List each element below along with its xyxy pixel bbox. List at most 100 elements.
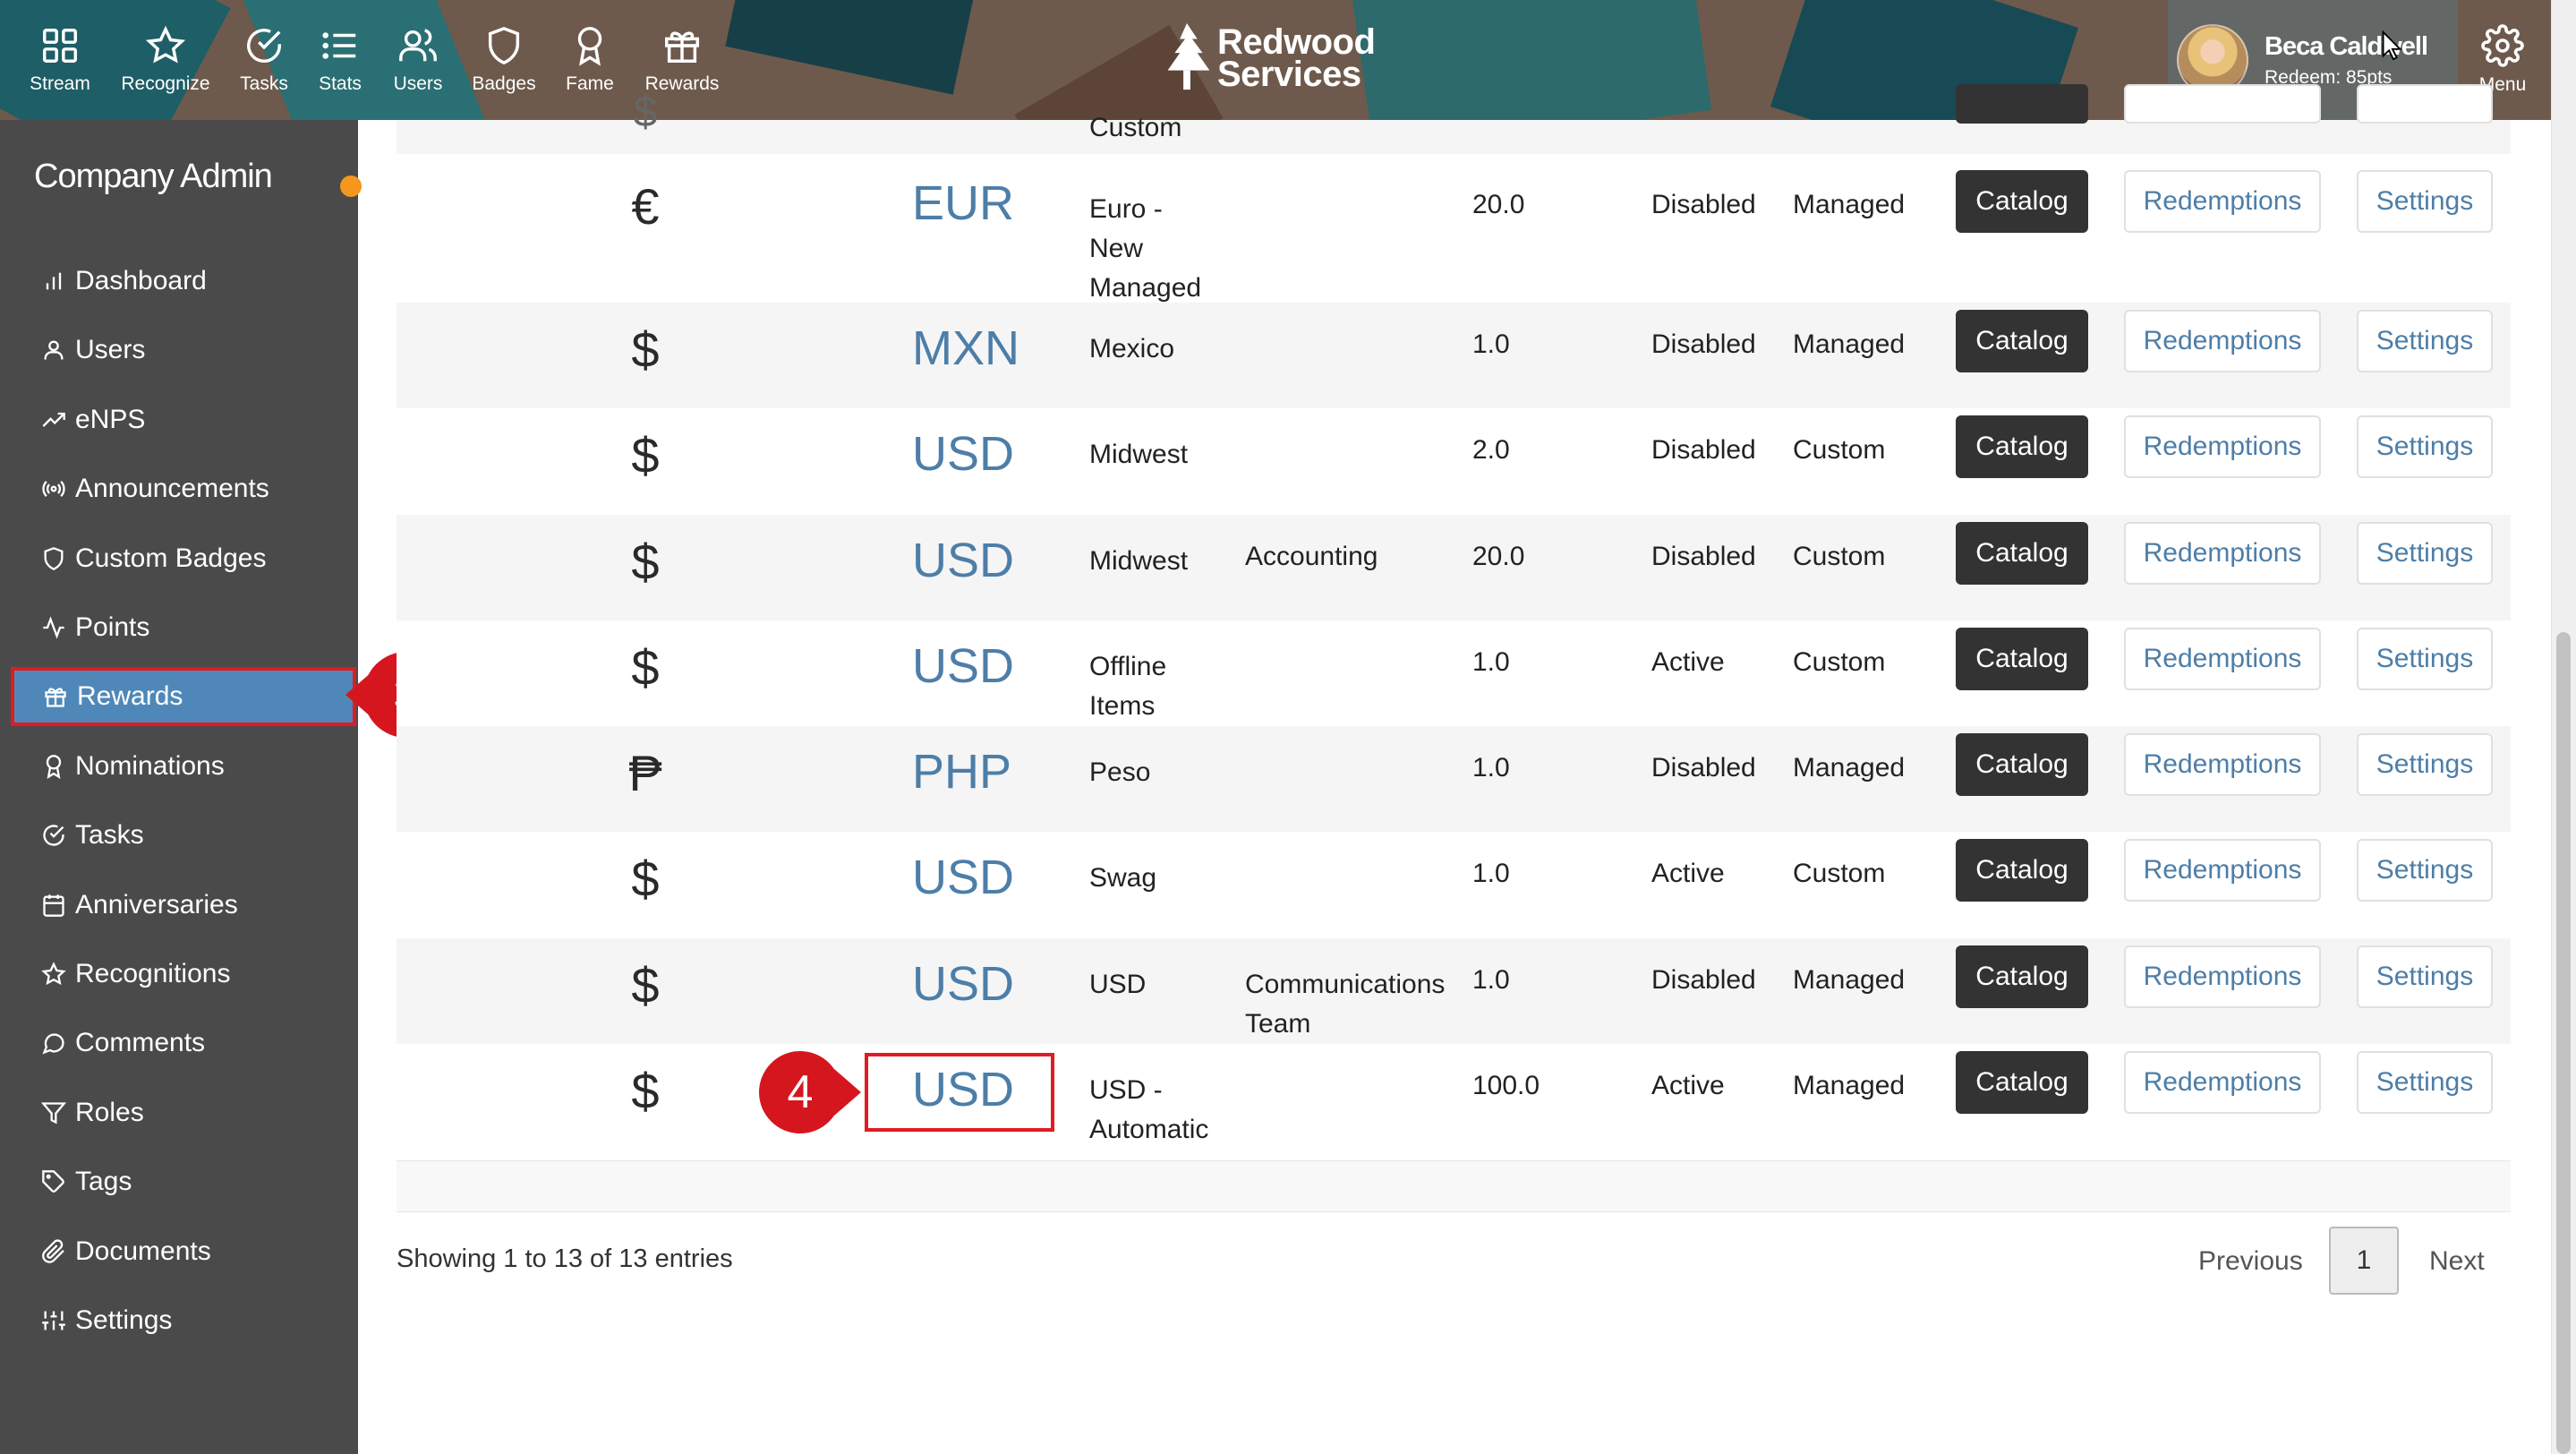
- settings-button[interactable]: Settings: [2357, 839, 2493, 902]
- sidebar-item-comments[interactable]: Comments: [13, 1014, 353, 1073]
- currency-code-link[interactable]: USD: [912, 533, 1014, 588]
- currency-type: Managed: [1793, 753, 1906, 783]
- settings-button[interactable]: Settings: [2357, 733, 2493, 796]
- sidebar-item-label: Custom Badges: [75, 543, 267, 573]
- award-icon: [577, 27, 602, 66]
- sidebar-item-enps[interactable]: eNPS: [13, 390, 353, 449]
- currency-name: Mexico: [1089, 329, 1174, 369]
- currency-status: Disabled: [1651, 753, 1756, 783]
- redemptions-button[interactable]: Redemptions: [2124, 310, 2321, 372]
- redemptions-button[interactable]: Redemptions: [2124, 1051, 2321, 1114]
- catalog-button-partial[interactable]: [1956, 84, 2088, 124]
- sidebar-item-documents[interactable]: Documents: [13, 1222, 353, 1281]
- sidebar-item-label: Nominations: [75, 751, 225, 781]
- nav-users[interactable]: Users: [380, 0, 456, 120]
- settings-button[interactable]: Settings: [2357, 415, 2493, 478]
- sidebar-item-announcements[interactable]: Announcements: [13, 459, 353, 518]
- sidebar-item-dashboard[interactable]: Dashboard: [13, 252, 353, 311]
- currency-code-link[interactable]: EUR: [912, 175, 1014, 231]
- check-circle-icon: [43, 825, 64, 846]
- nav-stream[interactable]: Stream: [13, 0, 107, 120]
- redemptions-button[interactable]: Redemptions: [2124, 170, 2321, 233]
- company-logo[interactable]: Redwood Services: [1164, 22, 1376, 93]
- conversion-rate: 1.0: [1472, 859, 1510, 888]
- sliders-icon: [42, 1311, 65, 1330]
- redemptions-button[interactable]: Redemptions: [2124, 839, 2321, 902]
- tree-icon: [1167, 23, 1210, 90]
- user-icon: [44, 340, 64, 360]
- redemptions-button[interactable]: Redemptions: [2124, 415, 2321, 478]
- settings-button[interactable]: Settings: [2357, 1051, 2493, 1114]
- sidebar-item-anniversaries[interactable]: Anniversaries: [13, 876, 353, 935]
- currency-symbol: $: [631, 427, 660, 483]
- settings-button[interactable]: Settings: [2357, 945, 2493, 1008]
- redemptions-button-partial[interactable]: [2124, 84, 2321, 124]
- redemptions-button[interactable]: Redemptions: [2124, 945, 2321, 1008]
- currency-table: $ Custom € EUR Euro - New Managed 20.0 Disable…: [397, 84, 2511, 1151]
- currency-name-line: Automatic: [1089, 1115, 1209, 1144]
- currency-code-link[interactable]: USD: [912, 850, 1014, 905]
- currency-name-line: Midwest: [1089, 546, 1189, 576]
- redemptions-button[interactable]: Redemptions: [2124, 733, 2321, 796]
- nav-recognize[interactable]: Recognize: [116, 0, 215, 120]
- catalog-button[interactable]: Catalog: [1956, 415, 2088, 478]
- nav-fame[interactable]: Fame: [551, 0, 628, 120]
- catalog-button[interactable]: Catalog: [1956, 628, 2088, 690]
- sidebar-item-custom-badges[interactable]: Custom Badges: [13, 529, 353, 588]
- star-icon: [41, 962, 66, 986]
- trend-icon: [42, 412, 65, 427]
- table-row: $ USD Midwest 2.0 Disabled Custom Catalog Redem…: [397, 408, 2511, 515]
- settings-button[interactable]: Settings: [2357, 310, 2493, 372]
- sidebar-item-recognitions[interactable]: Recognitions: [13, 945, 353, 1004]
- currency-code-link[interactable]: USD: [912, 956, 1014, 1012]
- currency-code-link[interactable]: USD: [912, 638, 1014, 694]
- settings-button[interactable]: Settings: [2357, 170, 2493, 233]
- currency-code-link[interactable]: PHP: [912, 744, 1011, 800]
- sidebar-item-settings[interactable]: Settings: [13, 1291, 353, 1350]
- pagination-next[interactable]: Next: [2429, 1246, 2485, 1277]
- bar-chart-icon: [46, 272, 62, 290]
- catalog-button[interactable]: Catalog: [1956, 945, 2088, 1008]
- conversion-rate: 100.0: [1472, 1071, 1540, 1100]
- currency-code-link[interactable]: USD: [912, 426, 1014, 482]
- pagination-page-1[interactable]: 1: [2329, 1227, 2399, 1295]
- catalog-button[interactable]: Catalog: [1956, 170, 2088, 233]
- logo-text-line1: Redwood: [1217, 22, 1376, 62]
- currency-status: Active: [1651, 1071, 1725, 1100]
- sidebar-item-nominations[interactable]: Nominations: [13, 737, 353, 796]
- group-name: Accounting: [1245, 542, 1378, 571]
- settings-button-partial[interactable]: [2357, 84, 2493, 124]
- sidebar-item-roles[interactable]: Roles: [13, 1083, 353, 1142]
- sidebar-item-tasks[interactable]: Tasks: [13, 806, 353, 865]
- nav-label: Fame: [566, 73, 614, 94]
- pagination-previous[interactable]: Previous: [2198, 1246, 2303, 1277]
- catalog-button[interactable]: Catalog: [1956, 1051, 2088, 1114]
- redemptions-button[interactable]: Redemptions: [2124, 628, 2321, 690]
- catalog-button[interactable]: Catalog: [1956, 522, 2088, 585]
- sidebar-item-tags[interactable]: Tags: [13, 1152, 353, 1211]
- table-row: € EUR Euro - New Managed 20.0 Disabled Managed C…: [397, 154, 2511, 303]
- mouse-cursor-icon: [2382, 30, 2402, 61]
- nav-stats[interactable]: Stats: [304, 0, 376, 120]
- redemptions-button[interactable]: Redemptions: [2124, 522, 2321, 585]
- sidebar-item-label: Points: [75, 612, 150, 642]
- catalog-button[interactable]: Catalog: [1956, 839, 2088, 902]
- settings-button[interactable]: Settings: [2357, 628, 2493, 690]
- sidebar-item-points[interactable]: Points: [13, 598, 353, 657]
- sidebar-item-label: Roles: [75, 1098, 144, 1127]
- table-row: $ MXN Mexico 1.0 Disabled Managed Catalog Redem…: [397, 303, 2511, 408]
- nav-label: Tasks: [240, 73, 288, 94]
- nav-tasks[interactable]: Tasks: [226, 0, 303, 120]
- currency-code-link[interactable]: MXN: [912, 321, 1019, 376]
- catalog-button[interactable]: Catalog: [1956, 310, 2088, 372]
- shield-icon: [488, 26, 520, 65]
- sidebar-item-users[interactable]: Users: [13, 321, 353, 380]
- catalog-button[interactable]: Catalog: [1956, 733, 2088, 796]
- currency-name-line: Items: [1089, 691, 1156, 721]
- currency-type: Custom: [1793, 542, 1886, 571]
- scrollbar-thumb[interactable]: [2556, 632, 2571, 1454]
- nav-badges[interactable]: Badges: [464, 0, 544, 120]
- sidebar-item-rewards[interactable]: Rewards: [11, 667, 356, 726]
- settings-button[interactable]: Settings: [2357, 522, 2493, 585]
- currency-status: Active: [1651, 647, 1725, 677]
